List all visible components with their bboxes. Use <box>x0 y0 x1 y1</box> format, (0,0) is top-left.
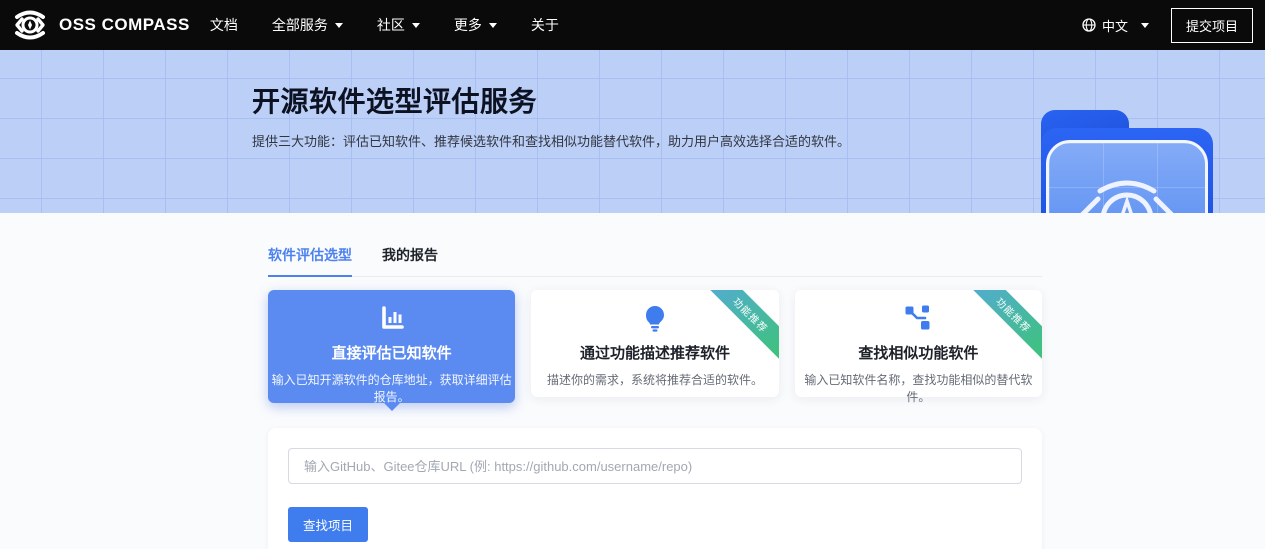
card-find-similar-software[interactable]: 功能推荐 查找相似功能软件 输入已知软件名称，查找功能相似的替代软件。 <box>795 290 1042 397</box>
card-description: 输入已知软件名称，查找功能相似的替代软件。 <box>795 371 1042 405</box>
ribbon-label: 功能推荐 <box>707 290 779 362</box>
hero-section: 开源软件选型评估服务 提供三大功能：评估已知软件、推荐候选软件和查找相似功能替代… <box>0 50 1265 213</box>
tab-bar: 软件评估选型 我的报告 <box>268 245 1042 277</box>
chevron-down-icon <box>1141 23 1149 28</box>
folder-front-card <box>1046 140 1208 213</box>
top-navbar: OSS COMPASS 文档 全部服务 社区 更多 关于 中文 提交项目 <box>0 0 1265 50</box>
repo-search-panel: 查找项目 <box>268 428 1042 549</box>
card-title: 直接评估已知软件 <box>268 342 515 363</box>
chevron-down-icon <box>489 23 497 28</box>
active-card-pointer-icon <box>384 403 400 411</box>
content-container: 软件评估选型 我的报告 直接评估已知软件 输入已知开源软件的仓库地址，获取详细评… <box>268 245 1042 549</box>
logo-text: OSS COMPASS <box>59 15 190 35</box>
card-evaluate-known-software[interactable]: 直接评估已知软件 输入已知开源软件的仓库地址，获取详细评估报告。 <box>268 290 515 403</box>
find-project-button[interactable]: 查找项目 <box>288 507 368 542</box>
language-selector[interactable]: 中文 <box>1082 16 1149 35</box>
chevron-down-icon <box>335 23 343 28</box>
oss-compass-logo[interactable]: OSS COMPASS <box>10 7 190 43</box>
main-nav: 文档 全部服务 社区 更多 关于 <box>210 15 559 35</box>
folder-compass-illustration <box>1041 110 1213 213</box>
corner-ribbon: 功能推荐 <box>970 290 1042 362</box>
nav-item-more[interactable]: 更多 <box>454 15 497 35</box>
repo-url-input[interactable] <box>288 448 1022 484</box>
corner-ribbon: 功能推荐 <box>707 290 779 362</box>
bar-chart-icon <box>268 303 515 333</box>
card-description: 输入已知开源软件的仓库地址，获取详细评估报告。 <box>268 371 515 405</box>
mode-cards: 直接评估已知软件 输入已知开源软件的仓库地址，获取详细评估报告。 功能推荐 通过… <box>268 290 1042 403</box>
tab-my-reports[interactable]: 我的报告 <box>382 245 438 277</box>
nav-item-docs[interactable]: 文档 <box>210 15 238 35</box>
chevron-down-icon <box>412 23 420 28</box>
compass-eye-logo-icon <box>1068 169 1186 213</box>
submit-project-button[interactable]: 提交项目 <box>1171 8 1253 43</box>
card-recommend-by-description[interactable]: 功能推荐 通过功能描述推荐软件 描述你的需求，系统将推荐合适的软件。 <box>531 290 778 397</box>
language-label: 中文 <box>1102 16 1128 35</box>
globe-icon <box>1082 18 1096 32</box>
nav-item-all-services[interactable]: 全部服务 <box>272 15 343 35</box>
ribbon-label: 功能推荐 <box>970 290 1042 362</box>
nav-item-community[interactable]: 社区 <box>377 15 420 35</box>
content-section: 软件评估选型 我的报告 直接评估已知软件 输入已知开源软件的仓库地址，获取详细评… <box>0 213 1265 549</box>
tab-software-selection[interactable]: 软件评估选型 <box>268 245 352 277</box>
nav-item-about[interactable]: 关于 <box>531 15 559 35</box>
compass-eye-logo-icon <box>10 7 50 43</box>
card-description: 描述你的需求，系统将推荐合适的软件。 <box>531 371 778 388</box>
